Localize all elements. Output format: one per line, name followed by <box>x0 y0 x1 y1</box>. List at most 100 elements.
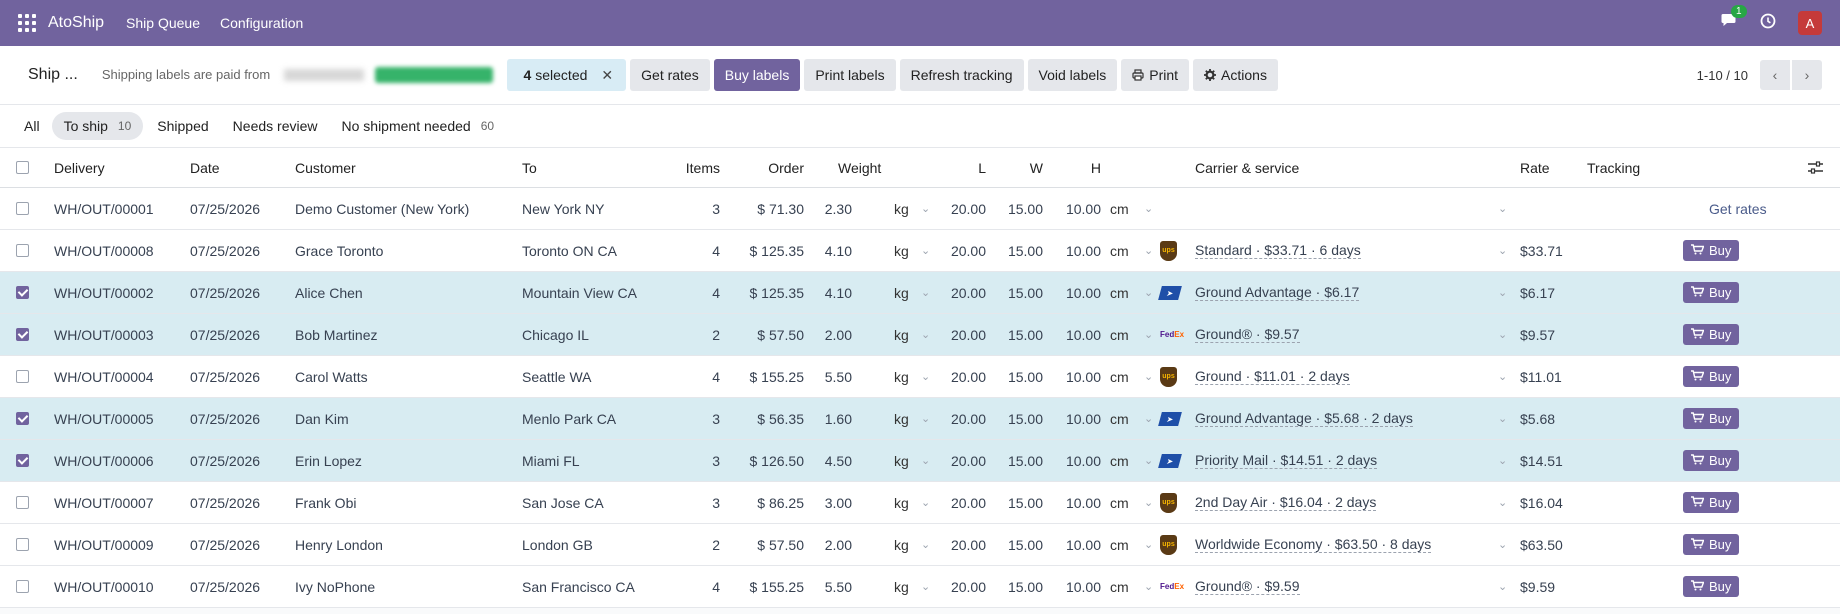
row-checkbox[interactable] <box>16 412 29 425</box>
height-field[interactable]: 10.00 <box>1050 524 1101 565</box>
col-date[interactable]: Date <box>190 148 220 187</box>
table-row[interactable]: WH/OUT/00009 07/25/2026 Henry London London… <box>0 524 1840 566</box>
service-chevron-down-icon[interactable]: ⌄ <box>1498 188 1507 229</box>
buy-labels-button[interactable]: Buy labels <box>713 59 801 91</box>
buy-button[interactable]: Buy <box>1683 324 1740 345</box>
height-field[interactable]: 10.00 <box>1050 272 1101 313</box>
row-checkbox[interactable] <box>16 370 29 383</box>
weight-field[interactable]: 3.00 <box>800 482 852 523</box>
weight-unit-chevron-down-icon[interactable]: ⌄ <box>921 356 930 397</box>
service-selector[interactable]: Ground® · $9.57 <box>1195 314 1300 355</box>
tab-no-shipment-needed[interactable]: No shipment needed 60 <box>342 118 495 134</box>
tab-to-ship[interactable]: To ship 10 <box>51 112 144 140</box>
length-field[interactable]: 20.00 <box>940 398 986 439</box>
tab-shipped[interactable]: Shipped <box>157 118 208 134</box>
refresh-tracking-button[interactable]: Refresh tracking <box>899 59 1024 91</box>
dimension-unit-chevron-down-icon[interactable]: ⌄ <box>1144 440 1153 481</box>
dimension-unit-chevron-down-icon[interactable]: ⌄ <box>1144 272 1153 313</box>
weight-field[interactable]: 2.00 <box>800 314 852 355</box>
dimension-unit-chevron-down-icon[interactable]: ⌄ <box>1144 524 1153 565</box>
buy-button[interactable]: Buy <box>1683 240 1740 261</box>
weight-unit-chevron-down-icon[interactable]: ⌄ <box>921 440 930 481</box>
weight-unit-chevron-down-icon[interactable]: ⌄ <box>921 482 930 523</box>
user-avatar[interactable]: A <box>1798 11 1822 35</box>
service-selector[interactable]: Ground · $11.01 · 2 days <box>1195 356 1350 397</box>
actions-button[interactable]: Actions <box>1193 59 1278 91</box>
dimension-unit-chevron-down-icon[interactable]: ⌄ <box>1144 188 1153 229</box>
col-width[interactable]: W <box>990 148 1043 187</box>
table-row[interactable]: WH/OUT/00002 07/25/2026 Alice Chen Mountain… <box>0 272 1840 314</box>
row-checkbox[interactable] <box>16 496 29 509</box>
height-field[interactable]: 10.00 <box>1050 440 1101 481</box>
optional-columns-toggle[interactable] <box>1808 148 1823 187</box>
col-carrier[interactable]: Carrier & service <box>1195 148 1299 187</box>
table-row[interactable]: WH/OUT/00004 07/25/2026 Carol Watts Seattle… <box>0 356 1840 398</box>
print-labels-button[interactable]: Print labels <box>804 59 896 91</box>
length-field[interactable]: 20.00 <box>940 482 986 523</box>
dimension-unit-chevron-down-icon[interactable]: ⌄ <box>1144 314 1153 355</box>
clear-selection-icon[interactable]: ✕ <box>601 67 613 84</box>
dimension-unit-chevron-down-icon[interactable]: ⌄ <box>1144 230 1153 271</box>
table-row[interactable]: WH/OUT/00006 07/25/2026 Erin Lopez Miami FL… <box>0 440 1840 482</box>
weight-unit-chevron-down-icon[interactable]: ⌄ <box>921 230 930 271</box>
menu-ship-queue[interactable]: Ship Queue <box>126 15 200 31</box>
messages-button[interactable]: 1 <box>1721 5 1747 33</box>
service-chevron-down-icon[interactable]: ⌄ <box>1498 524 1507 565</box>
width-field[interactable]: 15.00 <box>990 314 1043 355</box>
service-chevron-down-icon[interactable]: ⌄ <box>1498 566 1507 607</box>
row-checkbox[interactable] <box>16 286 29 299</box>
weight-field[interactable]: 1.60 <box>800 398 852 439</box>
tab-all[interactable]: All <box>24 118 40 134</box>
service-selector[interactable]: 2nd Day Air · $16.04 · 2 days <box>1195 482 1377 523</box>
weight-unit-chevron-down-icon[interactable]: ⌄ <box>921 314 930 355</box>
service-selector[interactable]: Worldwide Economy · $63.50 · 8 days <box>1195 524 1432 565</box>
service-chevron-down-icon[interactable]: ⌄ <box>1498 482 1507 523</box>
col-height[interactable]: H <box>1050 148 1101 187</box>
length-field[interactable]: 20.00 <box>940 314 986 355</box>
table-row[interactable]: WH/OUT/00007 07/25/2026 Frank Obi San Jose … <box>0 482 1840 524</box>
buy-button[interactable]: Buy <box>1683 408 1740 429</box>
row-checkbox[interactable] <box>16 454 29 467</box>
pager-next-button[interactable]: › <box>1792 60 1822 90</box>
buy-button[interactable]: Buy <box>1683 450 1740 471</box>
service-chevron-down-icon[interactable]: ⌄ <box>1498 398 1507 439</box>
row-checkbox[interactable] <box>16 580 29 593</box>
weight-unit-chevron-down-icon[interactable]: ⌄ <box>921 398 930 439</box>
height-field[interactable]: 10.00 <box>1050 230 1101 271</box>
weight-field[interactable]: 5.50 <box>800 356 852 397</box>
buy-button[interactable]: Buy <box>1683 366 1740 387</box>
service-selector[interactable]: Ground® · $9.59 <box>1195 566 1300 607</box>
length-field[interactable]: 20.00 <box>940 272 986 313</box>
buy-button[interactable]: Buy <box>1683 534 1740 555</box>
select-all-checkbox[interactable] <box>16 161 29 174</box>
height-field[interactable]: 10.00 <box>1050 398 1101 439</box>
dimension-unit-chevron-down-icon[interactable]: ⌄ <box>1144 356 1153 397</box>
service-selector[interactable]: Ground Advantage · $5.68 · 2 days <box>1195 398 1413 439</box>
weight-unit-chevron-down-icon[interactable]: ⌄ <box>921 272 930 313</box>
apps-menu-icon[interactable] <box>18 14 36 32</box>
get-rates-link[interactable]: Get rates <box>1709 188 1767 229</box>
breadcrumb[interactable]: Ship ... <box>28 66 78 84</box>
service-chevron-down-icon[interactable]: ⌄ <box>1498 440 1507 481</box>
width-field[interactable]: 15.00 <box>990 482 1043 523</box>
height-field[interactable]: 10.00 <box>1050 188 1101 229</box>
service-selector[interactable]: Priority Mail · $14.51 · 2 days <box>1195 440 1378 481</box>
row-checkbox[interactable] <box>16 202 29 215</box>
service-chevron-down-icon[interactable]: ⌄ <box>1498 230 1507 271</box>
service-selector[interactable]: Ground Advantage · $6.17 <box>1195 272 1360 313</box>
col-rate[interactable]: Rate <box>1520 148 1550 187</box>
service-chevron-down-icon[interactable]: ⌄ <box>1498 356 1507 397</box>
height-field[interactable]: 10.00 <box>1050 356 1101 397</box>
col-tracking[interactable]: Tracking <box>1587 148 1640 187</box>
length-field[interactable]: 20.00 <box>940 356 986 397</box>
tab-needs-review[interactable]: Needs review <box>233 118 318 134</box>
pager-previous-button[interactable]: ‹ <box>1760 60 1790 90</box>
table-row[interactable]: WH/OUT/00005 07/25/2026 Dan Kim Menlo Park … <box>0 398 1840 440</box>
width-field[interactable]: 15.00 <box>990 398 1043 439</box>
row-checkbox[interactable] <box>16 328 29 341</box>
height-field[interactable]: 10.00 <box>1050 314 1101 355</box>
table-row[interactable]: WH/OUT/00010 07/25/2026 Ivy NoPhone San Fra… <box>0 566 1840 608</box>
length-field[interactable]: 20.00 <box>940 566 986 607</box>
weight-unit-chevron-down-icon[interactable]: ⌄ <box>921 188 930 229</box>
service-selector[interactable]: Standard · $33.71 · 6 days <box>1195 230 1361 271</box>
